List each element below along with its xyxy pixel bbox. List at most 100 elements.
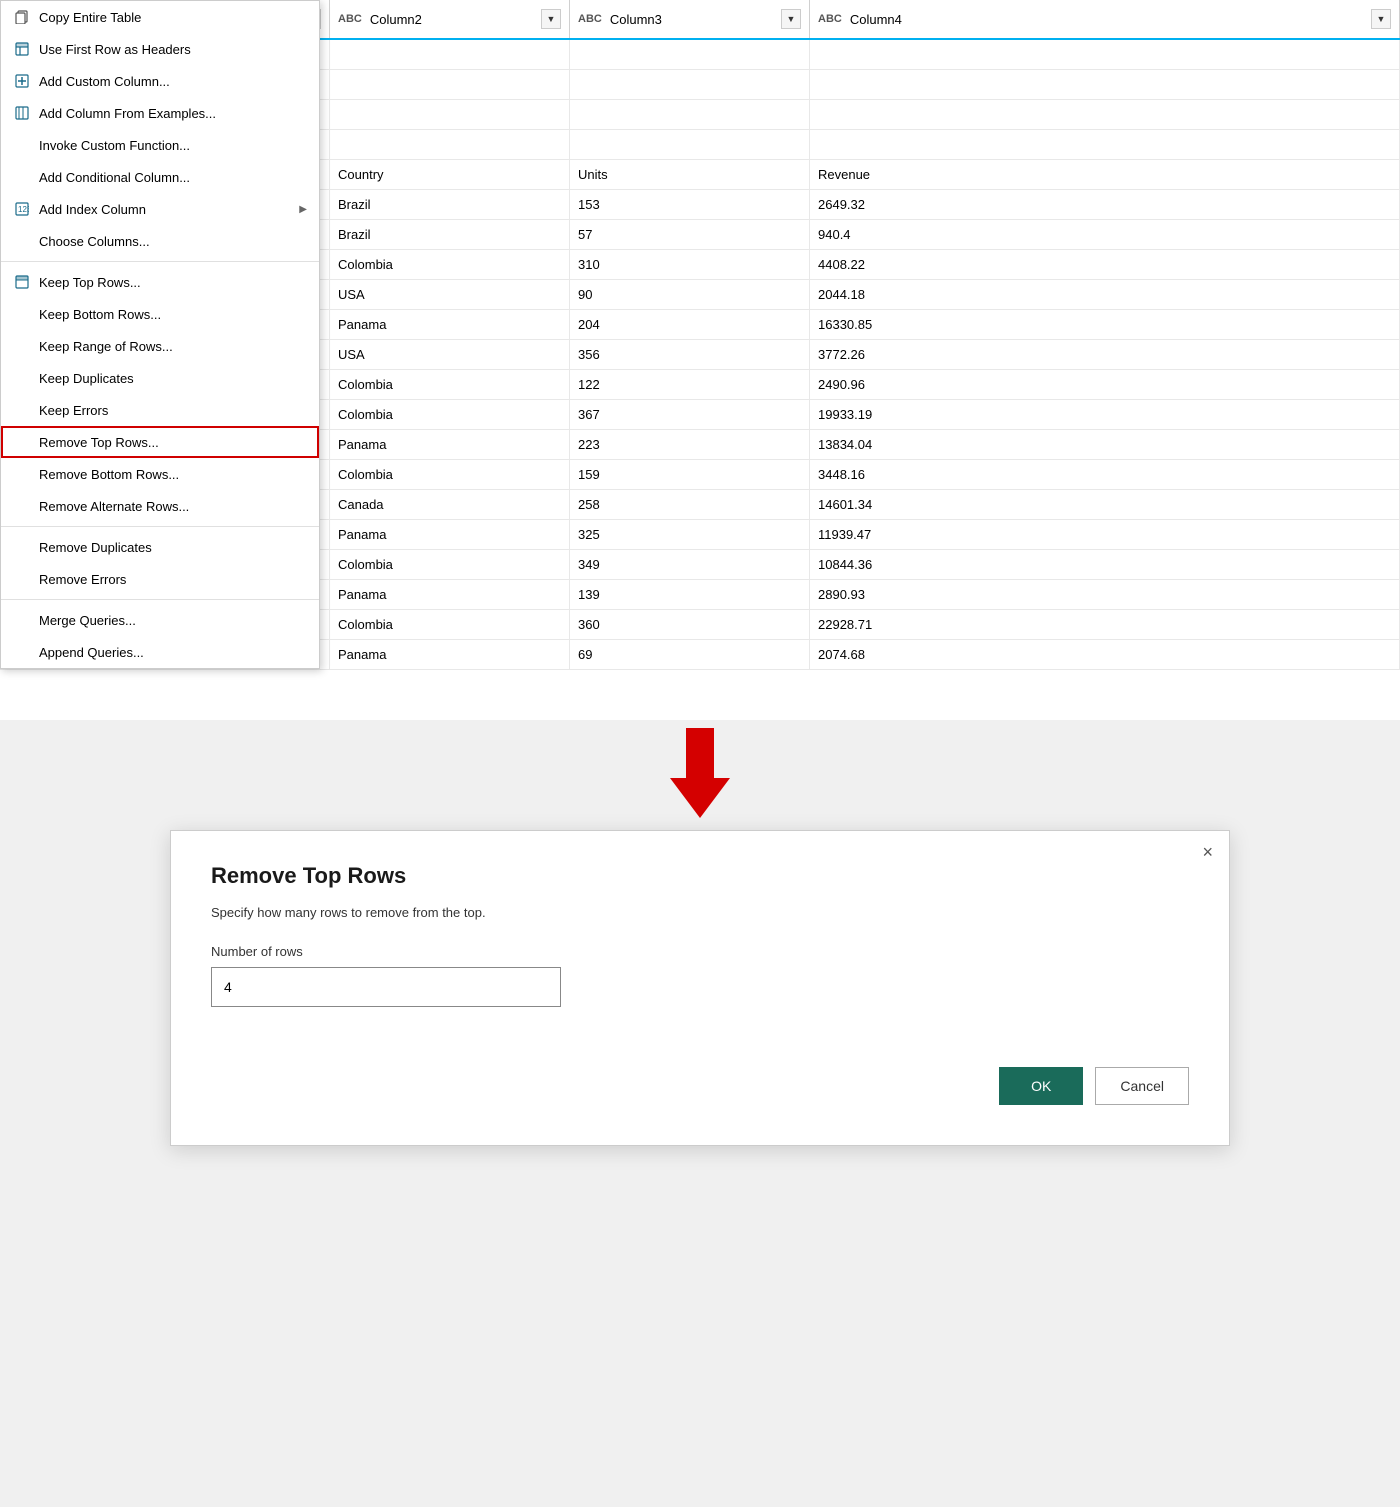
cell-col2: Panama (330, 580, 570, 609)
menu-label: Add Index Column (39, 202, 291, 217)
cell-col4: 2074.68 (810, 640, 1400, 669)
cell-col2: Colombia (330, 460, 570, 489)
empty-icon (13, 369, 31, 387)
cell-col4 (810, 100, 1400, 129)
dialog-close-button[interactable]: × (1202, 843, 1213, 861)
cell-col2 (330, 100, 570, 129)
col-icon (13, 72, 31, 90)
col3-dropdown[interactable]: ▼ (781, 9, 801, 29)
empty-icon (13, 465, 31, 483)
menu-item-copy-table[interactable]: Copy Entire Table (1, 1, 319, 33)
keep-icon (13, 273, 31, 291)
ok-button[interactable]: OK (999, 1067, 1083, 1105)
menu-item-remove-bottom-rows[interactable]: Remove Bottom Rows... (1, 458, 319, 490)
cell-col4: 2649.32 (810, 190, 1400, 219)
menu-item-add-index-col[interactable]: 123 Add Index Column ▶ (1, 193, 319, 225)
empty-icon (13, 570, 31, 588)
menu-label: Copy Entire Table (39, 10, 307, 25)
empty-icon (13, 643, 31, 661)
cell-col2: USA (330, 340, 570, 369)
cell-col3: 349 (570, 550, 810, 579)
cell-col3: 90 (570, 280, 810, 309)
col4-dropdown[interactable]: ▼ (1371, 9, 1391, 29)
cell-col2: Canada (330, 490, 570, 519)
empty-icon (13, 401, 31, 419)
cell-col4: 2044.18 (810, 280, 1400, 309)
cell-col4: 16330.85 (810, 310, 1400, 339)
cell-col4: 14601.34 (810, 490, 1400, 519)
cell-col2 (330, 130, 570, 159)
menu-item-choose-cols[interactable]: Choose Columns... (1, 225, 319, 257)
dialog-description: Specify how many rows to remove from the… (211, 905, 1189, 920)
col3-type: ABC (578, 13, 602, 25)
arrow-head (670, 778, 730, 818)
cell-col3: 310 (570, 250, 810, 279)
menu-item-append-queries[interactable]: Append Queries... (1, 636, 319, 668)
submenu-arrow: ▶ (299, 204, 307, 215)
cell-col3: 204 (570, 310, 810, 339)
cell-col4: 10844.36 (810, 550, 1400, 579)
menu-item-keep-bottom-rows[interactable]: Keep Bottom Rows... (1, 298, 319, 330)
cancel-button[interactable]: Cancel (1095, 1067, 1189, 1105)
remove-top-rows-dialog: × Remove Top Rows Specify how many rows … (170, 830, 1230, 1146)
menu-label: Remove Alternate Rows... (39, 499, 307, 514)
menu-item-keep-top-rows[interactable]: Keep Top Rows... (1, 266, 319, 298)
menu-label: Use First Row as Headers (39, 42, 307, 57)
cell-col4 (810, 40, 1400, 69)
empty-icon (13, 497, 31, 515)
menu-item-use-first-row[interactable]: Use First Row as Headers (1, 33, 319, 65)
col2-icon (13, 104, 31, 122)
menu-item-keep-duplicates[interactable]: Keep Duplicates (1, 362, 319, 394)
svg-text:123: 123 (18, 205, 29, 214)
menu-item-remove-duplicates[interactable]: Remove Duplicates (1, 531, 319, 563)
cell-col2: USA (330, 280, 570, 309)
menu-item-add-col-examples[interactable]: Add Column From Examples... (1, 97, 319, 129)
menu-item-invoke-custom-fn[interactable]: Invoke Custom Function... (1, 129, 319, 161)
cell-col2: Country (330, 160, 570, 189)
cell-col4: Revenue (810, 160, 1400, 189)
empty-icon (13, 232, 31, 250)
arrow-shaft (686, 728, 714, 778)
number-of-rows-input[interactable] (211, 967, 561, 1007)
empty-icon (13, 337, 31, 355)
cell-col2: Colombia (330, 400, 570, 429)
cell-col2: Brazil (330, 220, 570, 249)
col4-label: Column4 (850, 12, 1365, 27)
cell-col3: 159 (570, 460, 810, 489)
index-icon: 123 (13, 200, 31, 218)
dialog-buttons: OK Cancel (211, 1067, 1189, 1105)
menu-item-remove-errors[interactable]: Remove Errors (1, 563, 319, 595)
menu-label: Keep Errors (39, 403, 307, 418)
empty-icon (13, 538, 31, 556)
cell-col3 (570, 130, 810, 159)
cell-col4: 2890.93 (810, 580, 1400, 609)
menu-item-keep-errors[interactable]: Keep Errors (1, 394, 319, 426)
menu-label: Choose Columns... (39, 234, 307, 249)
menu-item-keep-range-rows[interactable]: Keep Range of Rows... (1, 330, 319, 362)
col2-dropdown[interactable]: ▼ (541, 9, 561, 29)
cell-col2: Panama (330, 430, 570, 459)
menu-item-remove-top-rows[interactable]: Remove Top Rows... (1, 426, 319, 458)
cell-col4: 4408.22 (810, 250, 1400, 279)
dialog-title: Remove Top Rows (211, 863, 1189, 889)
cell-col3: Units (570, 160, 810, 189)
col3-label: Column3 (610, 12, 775, 27)
cell-col2: Panama (330, 640, 570, 669)
col4-type: ABC (818, 13, 842, 25)
cell-col3: 367 (570, 400, 810, 429)
cell-col3: 325 (570, 520, 810, 549)
menu-label: Keep Duplicates (39, 371, 307, 386)
menu-item-add-conditional-col[interactable]: Add Conditional Column... (1, 161, 319, 193)
cell-col3: 258 (570, 490, 810, 519)
col-header-2: ABC Column2 ▼ (330, 0, 570, 38)
cell-col4 (810, 70, 1400, 99)
cell-col4: 22928.71 (810, 610, 1400, 639)
cell-col3: 69 (570, 640, 810, 669)
cell-col2 (330, 40, 570, 69)
context-menu: Copy Entire Table Use First Row as Header… (0, 0, 320, 669)
menu-item-add-custom-col[interactable]: Add Custom Column... (1, 65, 319, 97)
menu-separator (1, 526, 319, 527)
menu-item-merge-queries[interactable]: Merge Queries... (1, 604, 319, 636)
menu-label: Remove Top Rows... (39, 435, 307, 450)
menu-item-remove-alternate-rows[interactable]: Remove Alternate Rows... (1, 490, 319, 522)
